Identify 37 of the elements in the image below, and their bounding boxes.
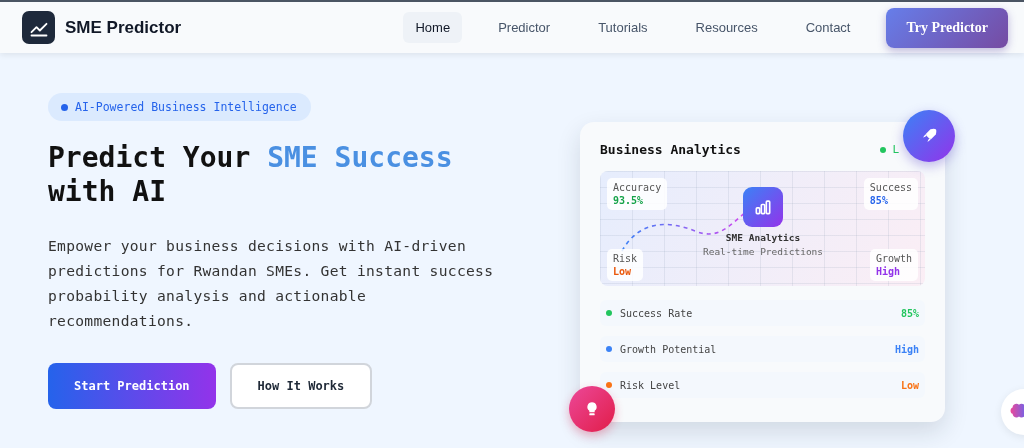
nav-link[interactable]: Contact: [793, 12, 863, 43]
status-text: L: [892, 143, 899, 156]
stat-label: Growth Potential: [620, 343, 717, 355]
brand-name[interactable]: SME Predictor: [65, 17, 182, 38]
nav-link[interactable]: Predictor: [486, 12, 563, 43]
stat-value: Low: [900, 379, 919, 391]
lightbulb-icon: [584, 401, 600, 417]
metric-value: High: [875, 265, 901, 278]
nav-link[interactable]: Resources: [683, 12, 770, 43]
metric-value: 85%: [869, 194, 889, 207]
bar-chart-icon: [743, 187, 783, 227]
metric-value: Low: [613, 265, 633, 278]
hero-title: Predict Your SME Success with AI: [48, 141, 454, 209]
stat-value: High: [894, 343, 919, 355]
metric-value: 93.5%: [613, 194, 645, 207]
center-subtitle: Real-time Predictions: [702, 246, 824, 257]
metric-label: Growth: [875, 252, 912, 265]
hero-description: Empower your business decisions with AI-driven predictions for Rwandan SMEs. Get instant success probability analysis and actionable recommendations.: [48, 236, 495, 331]
badge-text: AI-Powered Business Intelligence: [75, 100, 297, 114]
dot-icon: [61, 103, 68, 111]
nav-link[interactable]: Tutorials: [586, 12, 660, 43]
center-title: SME Analytics: [725, 232, 801, 243]
card-title: Business Analytics: [600, 142, 741, 157]
status-dot: [880, 146, 887, 153]
stat-value: 85%: [900, 307, 919, 319]
nav-link[interactable]: Home: [403, 12, 463, 43]
try-predictor-button[interactable]: Try Predictor: [886, 7, 1008, 48]
rocket-button[interactable]: [903, 110, 955, 162]
stat-label: Success Rate: [620, 307, 693, 319]
metric-label: Success: [869, 181, 912, 194]
chart-icon: [22, 11, 55, 44]
how-it-works-button[interactable]: How It Works: [229, 363, 373, 409]
start-prediction-button[interactable]: Start Prediction: [48, 363, 216, 409]
stat-label: Risk Level: [620, 379, 681, 391]
metric-label: Risk: [613, 252, 638, 265]
lightbulb-button[interactable]: [569, 386, 615, 432]
metric-label: Accuracy: [613, 181, 662, 194]
